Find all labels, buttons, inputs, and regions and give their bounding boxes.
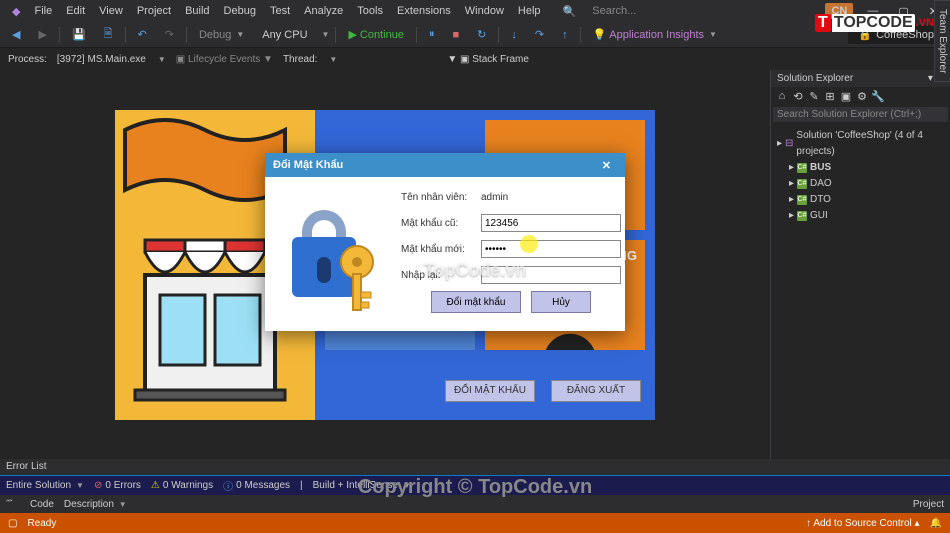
- menu-view[interactable]: View: [93, 3, 129, 19]
- home-icon[interactable]: ⌂: [775, 89, 789, 103]
- stop-icon[interactable]: ■: [446, 27, 465, 43]
- continue-button[interactable]: ▶ Continue: [342, 26, 410, 43]
- btn-doi-mat-khau[interactable]: ĐỔI MẬT KHẨU: [445, 380, 535, 402]
- source-control-button[interactable]: ↑ Add to Source Control ▴: [806, 518, 919, 529]
- sol-search[interactable]: Search Solution Explorer (Ctrl+;): [773, 107, 948, 122]
- menu-edit[interactable]: Edit: [60, 3, 91, 19]
- process-label: Process:: [8, 54, 47, 65]
- menu-build[interactable]: Build: [179, 3, 215, 19]
- solution-explorer: Solution Explorer▾ ✕ ⌂⟲✎⊞▣⚙🔧 Search Solu…: [770, 70, 950, 459]
- col-description[interactable]: Description ▼: [64, 499, 127, 510]
- scope-dropdown[interactable]: Entire Solution ▼: [6, 480, 84, 491]
- menu-bar: ◆ File Edit View Project Build Debug Tes…: [0, 0, 950, 22]
- sync-icon[interactable]: ⟲: [791, 89, 805, 103]
- restart-icon[interactable]: ↻: [471, 26, 492, 43]
- tree-project-dto[interactable]: ▸ C# DTO: [775, 192, 946, 208]
- watermark-copyright: Copyright © TopCode.vn: [358, 476, 592, 499]
- change-password-dialog: Đổi Mật Khẩu ✕ Tên nhân viên:admin Mật k…: [265, 153, 625, 331]
- val-employee: admin: [481, 192, 621, 203]
- step-icon[interactable]: ↓: [505, 27, 523, 43]
- tree-project-dao[interactable]: ▸ C# DAO: [775, 176, 946, 192]
- solution-tree: ▸ ⊟ Solution 'CoffeeShop' (4 of 4 projec…: [771, 124, 950, 228]
- lbl-old-pass: Mật khẩu cũ:: [401, 218, 481, 229]
- stepout-icon[interactable]: ↑: [556, 27, 574, 43]
- warnings-filter[interactable]: ⚠ 0 Warnings: [151, 480, 213, 491]
- tree-project-bus[interactable]: ▸ C# BUS: [775, 160, 946, 176]
- insights-button[interactable]: 💡 Application Insights ▼: [587, 26, 723, 43]
- error-list-tab[interactable]: Error List: [0, 459, 950, 475]
- dialog-title: Đổi Mật Khẩu: [273, 159, 343, 171]
- lbl-employee: Tên nhân viên:: [401, 192, 481, 203]
- tree-project-gui[interactable]: ▸ C# GUI: [775, 208, 946, 224]
- menu-project[interactable]: Project: [131, 3, 177, 19]
- wrench-icon[interactable]: 🔧: [871, 89, 885, 103]
- messages-filter[interactable]: ⓘ 0 Messages: [223, 478, 290, 493]
- status-ready: Ready: [27, 518, 56, 529]
- dialog-close-icon[interactable]: ✕: [596, 159, 617, 172]
- input-new-pass[interactable]: [481, 240, 621, 258]
- col-project[interactable]: Project: [913, 499, 944, 510]
- search-icon: 🔍: [557, 3, 583, 20]
- stack-dropdown[interactable]: ▼ ▣ Stack Frame: [447, 54, 529, 65]
- save-icon[interactable]: 💾: [66, 26, 92, 43]
- status-bar: ▢ Ready ↑ Add to Source Control ▴ 🔔: [0, 513, 950, 533]
- stepover-icon[interactable]: ↷: [529, 26, 550, 43]
- col-icon[interactable]: ⁗: [6, 499, 20, 510]
- lock-key-icon: [277, 187, 391, 317]
- platform-dropdown[interactable]: Any CPU: [256, 27, 313, 43]
- brush-icon[interactable]: ✎: [807, 89, 821, 103]
- cursor-highlight: [520, 235, 538, 253]
- menu-file[interactable]: File: [28, 3, 58, 19]
- nav-fwd-icon[interactable]: ▶: [32, 26, 52, 43]
- process-dropdown[interactable]: [3972] MS.Main.exe: [57, 54, 146, 65]
- menu-extensions[interactable]: Extensions: [391, 3, 457, 19]
- undo-icon[interactable]: ↶: [132, 26, 153, 43]
- menu-window[interactable]: Window: [459, 3, 510, 19]
- team-explorer-tab[interactable]: Team Explorer: [934, 0, 950, 82]
- main-toolbar: ◀ ▶ 💾 🗎 ↶ ↷ Debug ▼ Any CPU▼ ▶ Continue …: [0, 22, 950, 48]
- vs-logo: ◆: [6, 3, 26, 20]
- input-old-pass[interactable]: [481, 214, 621, 232]
- sol-toolbar: ⌂⟲✎⊞▣⚙🔧: [771, 87, 950, 105]
- errors-filter[interactable]: ⊘ 0 Errors: [94, 480, 141, 491]
- config-dropdown[interactable]: Debug ▼: [193, 27, 250, 43]
- debug-toolbar: Process: [3972] MS.Main.exe▼ ▣ Lifecycle…: [0, 48, 950, 70]
- thread-label: Thread:: [283, 54, 317, 65]
- menu-analyze[interactable]: Analyze: [298, 3, 349, 19]
- sol-title: Solution Explorer: [777, 73, 853, 84]
- nav-back-icon[interactable]: ◀: [6, 26, 26, 43]
- btn-cancel[interactable]: Hủy: [531, 291, 591, 313]
- col-code[interactable]: Code: [30, 499, 54, 510]
- menu-search[interactable]: 🔍Search...: [553, 3, 647, 20]
- lbl-new-pass: Mật khẩu mới:: [401, 244, 481, 255]
- btn-dang-xuat[interactable]: ĐĂNG XUẤT: [551, 380, 641, 402]
- notifications-icon[interactable]: 🔔: [930, 518, 942, 529]
- menu-debug[interactable]: Debug: [218, 3, 262, 19]
- topcode-logo: TTOPCODE.VN: [815, 14, 934, 32]
- dialog-titlebar: Đổi Mật Khẩu ✕: [265, 153, 625, 177]
- redo-icon[interactable]: ↷: [159, 26, 180, 43]
- tree-solution[interactable]: ▸ ⊟ Solution 'CoffeeShop' (4 of 4 projec…: [775, 128, 946, 160]
- pause-icon[interactable]: ⏸: [423, 26, 441, 43]
- lifecycle-dropdown[interactable]: ▣ Lifecycle Events ▼: [176, 54, 273, 65]
- saveall-icon[interactable]: 🗎: [98, 23, 119, 46]
- menu-tools[interactable]: Tools: [351, 3, 389, 19]
- status-animation-icon: ▢: [8, 518, 17, 529]
- watermark-small: TopCode.vn: [424, 260, 527, 281]
- btn-submit[interactable]: Đổi mật khẩu: [431, 291, 521, 313]
- menu-help[interactable]: Help: [512, 3, 547, 19]
- menu-test[interactable]: Test: [264, 3, 296, 19]
